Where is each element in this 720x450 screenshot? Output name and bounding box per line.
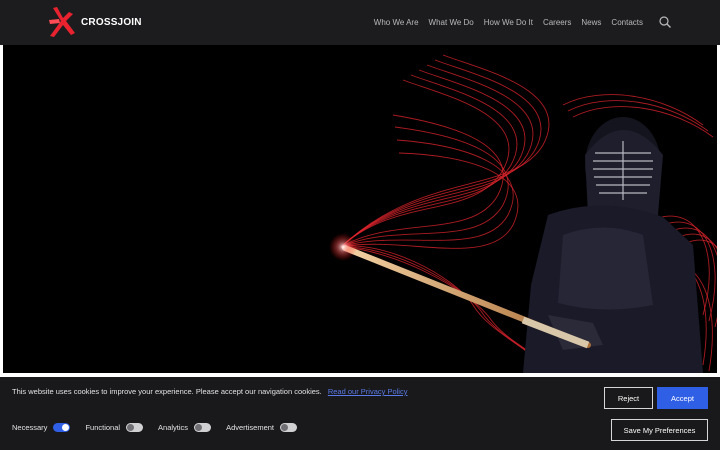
search-icon[interactable] (658, 15, 672, 29)
cookie-message-text: This website uses cookies to improve you… (12, 387, 322, 396)
switch-knob (195, 424, 203, 431)
hero-banner (3, 45, 717, 373)
save-preferences-button[interactable]: Save My Preferences (611, 419, 708, 441)
nav-who-we-are[interactable]: Who We Are (374, 18, 419, 27)
reject-button[interactable]: Reject (604, 387, 653, 409)
cookie-toggles: Necessary Functional Analytics Advertise… (12, 423, 312, 432)
main-nav: Who We Are What We Do How We Do It Caree… (374, 0, 643, 45)
logo-text: CROSSJOIN (81, 16, 142, 28)
toggle-analytics: Analytics (158, 423, 212, 432)
toggle-label-advertisement: Advertisement (226, 423, 274, 432)
switch-knob (62, 424, 70, 431)
analytics-switch[interactable] (194, 423, 212, 432)
nav-how-we-do-it[interactable]: How We Do It (484, 18, 533, 27)
switch-knob (127, 424, 135, 431)
nav-careers[interactable]: Careers (543, 18, 571, 27)
toggle-label-analytics: Analytics (158, 423, 189, 432)
necessary-switch[interactable] (53, 423, 71, 432)
cookie-message: This website uses cookies to improve you… (12, 387, 407, 396)
nav-what-we-do[interactable]: What We Do (429, 18, 474, 27)
toggle-necessary: Necessary (12, 423, 71, 432)
crossjoin-logo-icon (49, 7, 75, 37)
nav-contacts[interactable]: Contacts (611, 18, 643, 27)
accept-button[interactable]: Accept (657, 387, 708, 409)
site-logo[interactable]: CROSSJOIN (47, 4, 142, 40)
functional-switch[interactable] (126, 423, 144, 432)
nav-news[interactable]: News (581, 18, 601, 27)
site-header: CROSSJOIN Who We Are What We Do How We D… (0, 0, 720, 45)
toggle-label-necessary: Necessary (12, 423, 48, 432)
advertisement-switch[interactable] (280, 423, 297, 432)
privacy-policy-link[interactable]: Read our Privacy Policy (328, 387, 408, 396)
toggle-advertisement: Advertisement (226, 423, 297, 432)
toggle-functional: Functional (85, 423, 144, 432)
switch-knob (281, 424, 288, 431)
kendo-hero-image (3, 45, 717, 373)
cookie-banner: This website uses cookies to improve you… (0, 377, 720, 450)
toggle-label-functional: Functional (85, 423, 121, 432)
